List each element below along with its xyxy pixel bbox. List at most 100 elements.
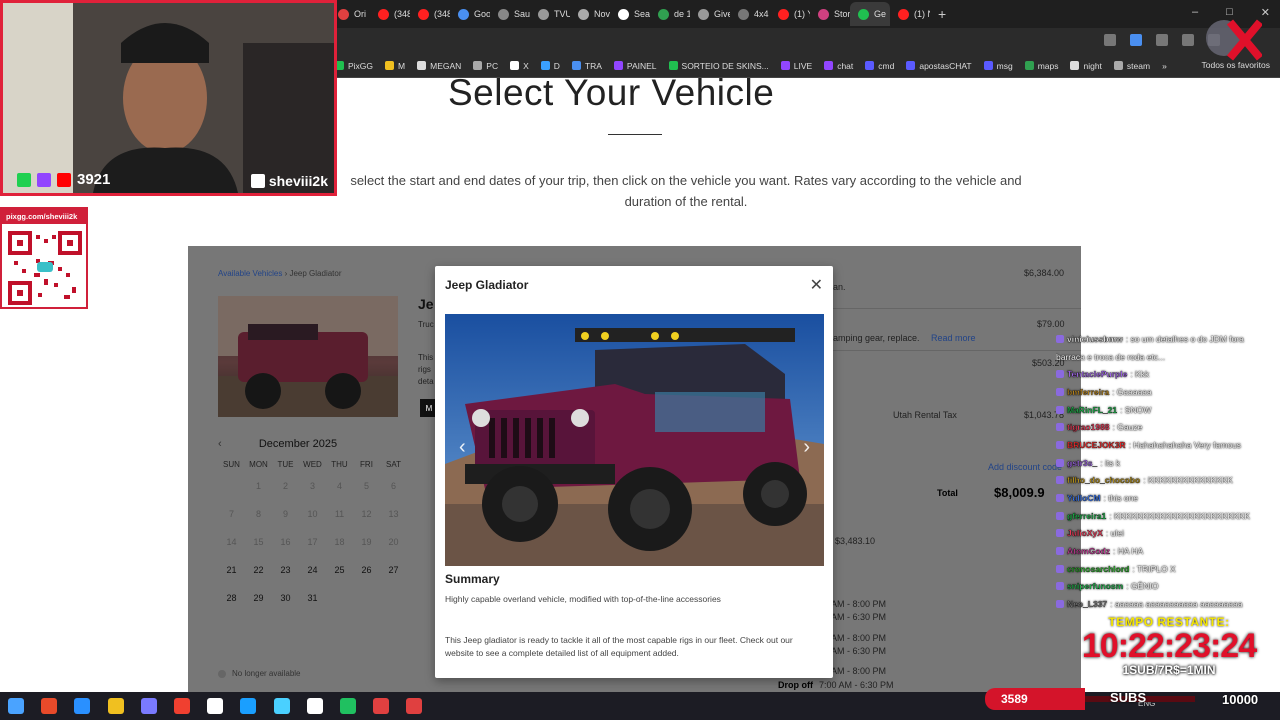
app-icon[interactable] — [207, 698, 224, 714]
tiktok-icon — [250, 174, 265, 188]
bookmark-item[interactable]: steam — [1113, 61, 1150, 71]
chrome-icon[interactable] — [406, 698, 423, 714]
bookmark-item[interactable]: SORTEIO DE SKINS... — [668, 61, 769, 71]
extension-icon[interactable] — [1156, 34, 1168, 46]
app-icon[interactable] — [273, 698, 290, 714]
tab-favicon-icon — [618, 8, 629, 20]
calendar-day: 14 — [226, 537, 237, 547]
browser-tab[interactable]: Nova — [570, 2, 610, 26]
vehicle-thumbnail[interactable] — [218, 296, 398, 417]
chat-message: viniciussbmw: so um detalhes o do JDM fo… — [1056, 330, 1280, 348]
close-icon[interactable]: ✕ — [810, 275, 823, 295]
breadcrumb-available-vehicles[interactable]: Available Vehicles — [218, 269, 282, 278]
puzzle-icon[interactable] — [1182, 34, 1194, 46]
add-discount-code-link[interactable]: Add discount code — [988, 462, 1062, 472]
browser-tab[interactable]: Stories — [810, 2, 850, 26]
chat-username: sniperfunosm — [1067, 581, 1124, 592]
chat-username: filho_do_chocobo — [1067, 475, 1141, 486]
app-icon[interactable] — [306, 698, 323, 714]
browser-tab[interactable]: (348) — [370, 2, 410, 26]
bookmark-item[interactable]: LIVE — [780, 61, 812, 71]
webcam-overlay: 3921 sheviii2k — [0, 0, 337, 196]
photo-next-icon[interactable]: › — [803, 436, 810, 459]
calendar-day: 15 — [253, 537, 264, 547]
minimize-button[interactable]: – — [1192, 6, 1198, 19]
calendar-prev-icon[interactable]: ‹ — [218, 438, 248, 450]
tab-favicon-icon — [498, 8, 509, 20]
calendar-day[interactable]: 30 — [272, 584, 299, 612]
calculator-icon[interactable] — [339, 698, 356, 714]
calendar-day[interactable]: 23 — [272, 556, 299, 584]
read-more-link[interactable]: Read more — [931, 333, 976, 343]
calendar-day[interactable]: 31 — [299, 584, 326, 612]
hours-line: AM - 8:00 PM — [831, 599, 887, 609]
bookmark-favicon-icon — [540, 61, 550, 70]
calendar-day: 12 — [361, 509, 372, 519]
calendar-day[interactable]: 27 — [380, 556, 407, 584]
browser-tab[interactable]: Googl — [450, 2, 490, 26]
start-icon[interactable] — [8, 698, 24, 714]
file-explorer-icon[interactable] — [107, 698, 124, 714]
bookmark-item[interactable]: msg — [983, 61, 1013, 71]
calendar-dow: TUE — [277, 459, 294, 469]
calendar-day[interactable]: 28 — [218, 584, 245, 612]
bookmark-star-icon[interactable] — [1130, 34, 1142, 46]
calendar-day[interactable]: 24 — [299, 556, 326, 584]
browser-tab[interactable]: de 11 — [650, 2, 690, 26]
chat-text: : its k — [1100, 457, 1121, 468]
bookmark-item[interactable]: night — [1070, 61, 1102, 71]
browser-tab[interactable]: 4x4 R — [730, 2, 770, 26]
bookmark-item[interactable]: maps — [1024, 61, 1058, 71]
calendar-day[interactable]: 25 — [326, 556, 353, 584]
browser-tab[interactable]: Ge — [850, 2, 890, 26]
chat-text: : aaaaaa aaaaaaaaaaa aaaaaaaaa — [1110, 599, 1243, 610]
browser-tab[interactable]: (1) Ne — [890, 2, 930, 26]
bookmark-favicon-icon — [1024, 61, 1034, 70]
chat-username: Neo_L337 — [1067, 599, 1108, 610]
calendar-day[interactable]: 26 — [353, 556, 380, 584]
bookmark-item[interactable]: M — [385, 61, 405, 71]
chat-username: tigrao1988 — [1067, 422, 1110, 433]
chrome-icon[interactable] — [173, 698, 190, 714]
bookmark-item[interactable]: TRA — [571, 61, 602, 71]
calendar-day[interactable]: 21 — [218, 556, 245, 584]
bookmark-item[interactable]: chat — [824, 61, 853, 71]
bookmarks-overflow-button[interactable]: » — [1162, 61, 1167, 71]
chrome-icon[interactable] — [373, 698, 390, 714]
copilot-icon[interactable] — [41, 698, 58, 714]
browser-tab[interactable]: Saude — [490, 2, 530, 26]
browser-tab[interactable]: Givea — [690, 2, 730, 26]
edge-icon[interactable] — [74, 698, 91, 714]
bookmark-item[interactable]: X — [510, 61, 529, 71]
new-tab-button[interactable]: + — [930, 6, 954, 22]
browser-tab[interactable]: Search — [610, 2, 650, 26]
steam-icon[interactable] — [240, 698, 257, 714]
tab-favicon-icon — [698, 8, 709, 20]
calendar-header: ‹ December 2025 — [218, 434, 408, 454]
bookmark-item[interactable]: D — [540, 61, 560, 71]
tab-favicon-icon — [458, 8, 469, 20]
chat-text: : GÊNIO — [1126, 581, 1159, 592]
browser-tab[interactable]: (348) — [410, 2, 450, 26]
chat-text: : Gaaaaaa — [1112, 386, 1152, 397]
bookmark-item[interactable]: PixGG — [335, 61, 373, 71]
close-window-button[interactable]: ✕ — [1261, 6, 1270, 19]
bookmark-item[interactable]: PC — [473, 61, 498, 71]
price-line-1: $6,384.00 — [1024, 268, 1065, 278]
browser-tab[interactable]: TVU t — [530, 2, 570, 26]
chat-badge-icon — [1056, 334, 1064, 343]
subathon-timer: TEMPO RESTANTE: 10:22:23:24 1SUB/7R$=1MI… — [1058, 615, 1280, 677]
bookmark-item[interactable]: PAINEL — [613, 61, 657, 71]
chat-text: : Kkk — [1130, 369, 1150, 380]
bookmark-item[interactable]: apostasCHAT — [906, 61, 972, 71]
bookmark-item[interactable]: cmd — [865, 61, 894, 71]
browser-tab[interactable]: (1) Yo — [770, 2, 810, 26]
photo-prev-icon[interactable]: ‹ — [459, 436, 466, 459]
store-icon[interactable] — [140, 698, 157, 714]
translate-icon[interactable] — [1104, 34, 1116, 46]
bookmark-favicon-icon — [510, 61, 520, 70]
calendar-day[interactable]: 22 — [245, 556, 272, 584]
calendar-day[interactable]: 29 — [245, 584, 272, 612]
bookmark-item[interactable]: MEGAN — [417, 61, 461, 71]
bookmark-favicon-icon — [473, 61, 483, 70]
